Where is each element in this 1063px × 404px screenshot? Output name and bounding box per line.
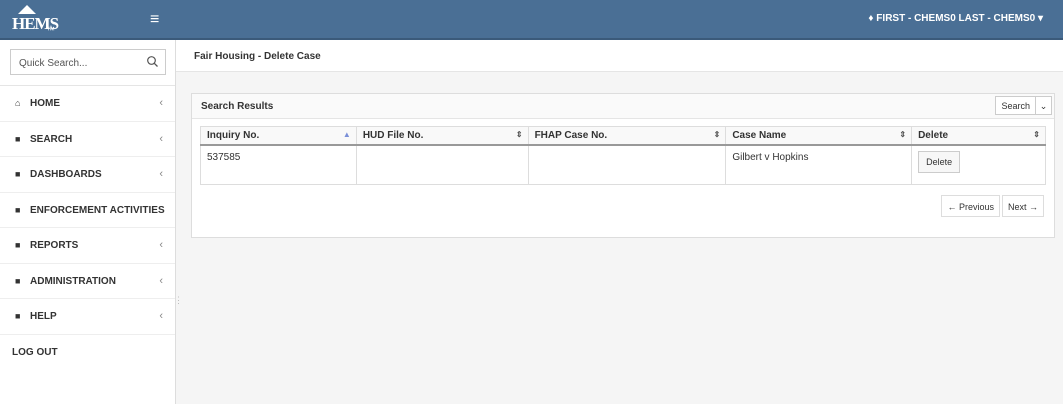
chevron-left-icon: ‹ — [159, 310, 163, 322]
pagination: ← Previous Next → — [939, 195, 1044, 217]
cell-fhap-case-no — [527, 144, 727, 185]
panel-header: Search Results Search ⌄ — [192, 94, 1054, 119]
sidebar-item-dashboards[interactable]: ■ DASHBOARDS ‹ — [0, 157, 175, 193]
search-results-panel: Search Results Search ⌄ Inquiry No. ▲ HUD… — [191, 93, 1055, 238]
search-icon[interactable] — [146, 55, 159, 68]
page-title: Fair Housing - Delete Case — [194, 51, 321, 62]
sidebar-item-administration[interactable]: ■ ADMINISTRATION ‹ — [0, 264, 175, 299]
column-header-hud-file-no[interactable]: HUD File No. ⇕ — [355, 126, 529, 146]
sidebar-resize-handle[interactable]: ⋮ — [174, 295, 183, 306]
page-header: Fair Housing - Delete Case — [176, 40, 1063, 72]
chevron-left-icon: ‹ — [159, 97, 163, 109]
panel-title: Search Results — [201, 101, 274, 112]
sidebar-item-label: SEARCH — [30, 133, 73, 145]
sidebar-item-search[interactable]: ■ SEARCH ‹ — [0, 122, 175, 157]
sidebar-item-label: HOME — [30, 98, 60, 109]
column-header-fhap-case-no[interactable]: FHAP Case No. ⇕ — [527, 126, 727, 146]
document-icon: ■ — [15, 275, 21, 286]
sidebar-item-label: DASHBOARDS — [30, 169, 102, 180]
sort-ascending-icon: ▲ — [342, 130, 351, 139]
logo-trademark: ™ — [46, 25, 55, 35]
quick-search-input[interactable] — [17, 51, 141, 75]
sidebar-item-reports[interactable]: ■ REPORTS ‹ — [0, 228, 175, 264]
delete-button[interactable]: Delete — [918, 151, 961, 173]
column-header-delete[interactable]: Delete ⇕ — [911, 126, 1046, 146]
sort-icon: ⇕ — [899, 130, 907, 139]
chevron-left-icon: ‹ — [159, 132, 163, 145]
chevron-left-icon: ‹ — [159, 274, 163, 287]
results-table: Inquiry No. ▲ HUD File No. ⇕ FHAP Case No.… — [200, 126, 1046, 185]
quick-search-box — [10, 49, 166, 75]
sort-icon: ⇕ — [713, 130, 721, 139]
house-logo-icon — [18, 5, 36, 14]
sidebar-item-label: ENFORCEMENT ACTIVITIES — [30, 204, 165, 216]
column-header-inquiry-no[interactable]: Inquiry No. ▲ — [200, 126, 357, 146]
hems-logo[interactable]: HEMS ™ — [12, 5, 59, 35]
search-button[interactable]: Search — [995, 96, 1036, 115]
home-icon: ⌂ — [15, 98, 21, 108]
table-header-row: Inquiry No. ▲ HUD File No. ⇕ FHAP Case No.… — [200, 126, 1046, 146]
chevron-down-icon[interactable]: ⌄ — [1036, 96, 1052, 115]
cell-hud-file-no — [355, 144, 529, 185]
column-header-case-name[interactable]: Case Name ⇕ — [725, 126, 913, 146]
sidebar-item-label: ADMINISTRATION — [30, 275, 116, 287]
top-navbar: HEMS ™ ≡ ♦ FIRST - CHEMS0 LAST - CHEMS0 … — [0, 0, 1063, 40]
cell-inquiry-no: 537585 — [200, 144, 357, 185]
document-icon: ■ — [15, 204, 21, 215]
user-menu[interactable]: ♦ FIRST - CHEMS0 LAST - CHEMS0 ▾ — [868, 13, 1043, 24]
chevron-left-icon: ‹ — [159, 239, 163, 251]
document-icon: ■ — [15, 311, 21, 321]
sidebar-item-label: HELP — [30, 311, 57, 322]
sidebar-item-home[interactable]: ⌂ HOME ‹ — [0, 86, 175, 122]
table-row: 537585 Gilbert v Hopkins Delete — [200, 144, 1046, 185]
previous-page-button[interactable]: ← Previous — [941, 195, 1000, 217]
document-icon: ■ — [15, 133, 21, 144]
document-icon: ■ — [15, 169, 21, 179]
next-page-button[interactable]: Next → — [1001, 195, 1044, 217]
chevron-left-icon: ‹ — [159, 168, 163, 180]
sidebar-item-enforcement-activities[interactable]: ■ ENFORCEMENT ACTIVITIES — [0, 193, 175, 228]
document-icon: ■ — [15, 240, 21, 250]
cell-case-name: Gilbert v Hopkins — [725, 144, 913, 185]
hamburger-menu-icon[interactable]: ≡ — [150, 11, 159, 29]
sidebar-item-label: REPORTS — [30, 240, 79, 251]
sort-icon: ⇕ — [515, 130, 523, 139]
sidebar: ⌂ HOME ‹ ■ SEARCH ‹ ■ DASHBOARDS ‹ ■ ENFORCE… — [0, 40, 176, 404]
sort-icon: ⇕ — [1033, 130, 1040, 139]
quick-search-container — [0, 40, 175, 86]
sidebar-item-help[interactable]: ■ HELP ‹ — [0, 299, 175, 335]
cell-delete: Delete — [911, 144, 1046, 185]
logout-link[interactable]: LOG OUT — [0, 335, 175, 371]
